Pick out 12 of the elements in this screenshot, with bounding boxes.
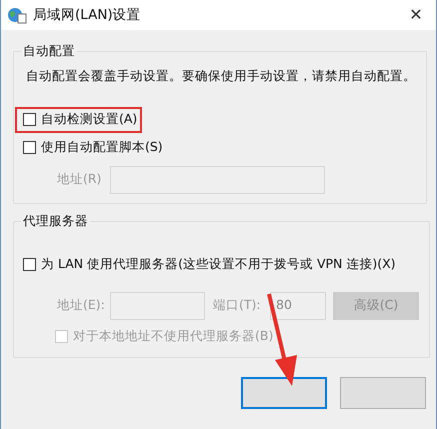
description-text: 自动配置会覆盖手动设置。要确保使用手动设置，请禁用自动配置。 bbox=[26, 66, 416, 85]
checkbox-label: 使用自动配置脚本(S) bbox=[41, 138, 163, 156]
close-button[interactable]: ✕ bbox=[396, 3, 436, 27]
checkbox-label: 自动检测设置(A) bbox=[41, 110, 138, 128]
checkbox-label: 对于本地地址不使用代理服务器(B) bbox=[73, 327, 274, 346]
group-title: 代理服务器 bbox=[22, 212, 89, 230]
field-label: 地址(R) bbox=[56, 170, 102, 188]
window-title: 局域网(LAN)设置 bbox=[33, 6, 141, 25]
field-label: 端口(T): bbox=[213, 296, 262, 314]
field-label: 地址(E): bbox=[56, 296, 106, 314]
checkbox-label: 为 LAN 使用代理服务器(这些设置不用于拨号或 VPN 连接)(X) bbox=[41, 255, 396, 274]
group-title: 自动配置 bbox=[22, 42, 76, 60]
